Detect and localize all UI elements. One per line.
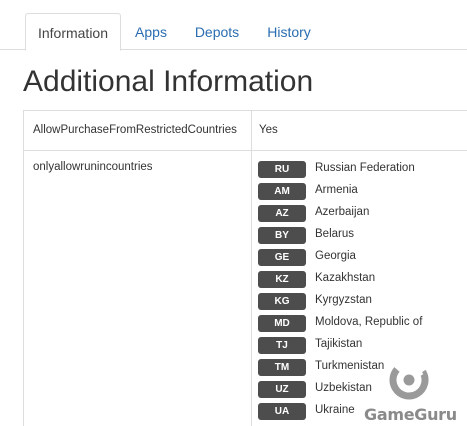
country-code-badge: TM [258, 359, 306, 376]
country-item-by: BY Belarus [258, 224, 458, 246]
country-item-tj: TJ Tajikistan [258, 334, 458, 356]
country-code-badge: AZ [258, 205, 306, 222]
country-code-badge: UZ [258, 381, 306, 398]
country-name: Moldova, Republic of [315, 316, 423, 328]
row-key-only-allow-run: onlyallowrunincountries [33, 161, 153, 173]
country-code-badge: RU [258, 161, 306, 178]
country-name: Belarus [315, 228, 354, 240]
row-divider [24, 150, 467, 151]
country-name: Ukraine [315, 404, 355, 416]
country-item-md: MD Moldova, Republic of [258, 312, 458, 334]
country-name: Azerbaijan [315, 206, 370, 218]
tab-bar: Information Apps Depots History [0, 0, 467, 51]
column-divider [251, 111, 252, 426]
country-name: Georgia [315, 250, 356, 262]
country-item-ge: GE Georgia [258, 246, 458, 268]
watermark-text: GameGuru [364, 405, 457, 424]
country-code-badge: UA [258, 403, 306, 420]
watermark: GameGuru [362, 360, 467, 426]
country-code-badge: GE [258, 249, 306, 266]
country-name: Armenia [315, 184, 358, 196]
tab-depots[interactable]: Depots [185, 13, 249, 51]
country-code-badge: AM [258, 183, 306, 200]
country-name: Tajikistan [315, 338, 363, 350]
row-key-allow-purchase: AllowPurchaseFromRestrictedCountries [33, 124, 237, 136]
country-code-badge: KZ [258, 271, 306, 288]
country-name: Kazakhstan [315, 272, 376, 284]
tab-history[interactable]: History [256, 13, 322, 51]
country-item-kz: KZ Kazakhstan [258, 268, 458, 290]
country-code-badge: BY [258, 227, 306, 244]
tab-information[interactable]: Information [25, 13, 121, 51]
country-code-badge: KG [258, 293, 306, 310]
page-title: Additional Information [23, 65, 314, 98]
country-item-kg: KG Kyrgyzstan [258, 290, 458, 312]
country-name: Russian Federation [315, 162, 415, 174]
country-name: Kyrgyzstan [315, 294, 372, 306]
gameguru-logo-icon [389, 360, 429, 400]
country-item-az: AZ Azerbaijan [258, 202, 458, 224]
row-value-allow-purchase: Yes [259, 124, 278, 136]
country-code-badge: TJ [258, 337, 306, 354]
country-item-am: AM Armenia [258, 180, 458, 202]
country-item-ru: RU Russian Federation [258, 158, 458, 180]
country-code-badge: MD [258, 315, 306, 332]
tab-apps[interactable]: Apps [126, 13, 176, 51]
